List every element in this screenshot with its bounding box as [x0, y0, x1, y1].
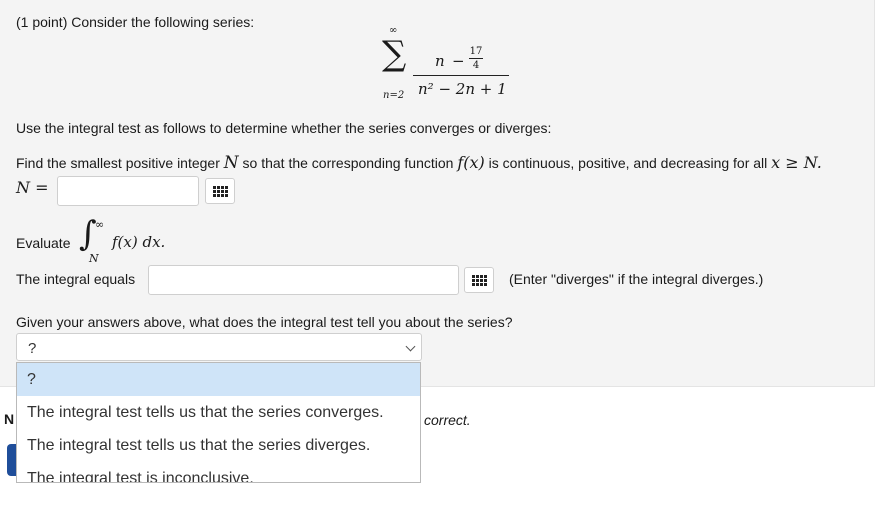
- condition: x ≥ N.: [771, 153, 822, 172]
- option-placeholder[interactable]: ?: [17, 363, 420, 396]
- sum-lower-limit: n=2: [383, 90, 405, 101]
- feedback-note-start: N: [4, 411, 15, 427]
- feedback-note-end: correct.: [424, 412, 471, 428]
- denominator: n² − 2n + 1: [418, 80, 507, 98]
- chevron-down-icon: [405, 341, 416, 352]
- problem-prompt: (1 point) Consider the following series:: [16, 14, 255, 30]
- n-equals-label: N =: [16, 178, 49, 197]
- numerator-fraction-bar: [469, 58, 483, 59]
- numerator-operator: −: [452, 52, 465, 70]
- function-fx: f(x): [457, 153, 485, 172]
- n-keyboard-button[interactable]: [205, 178, 235, 204]
- integral-keyboard-button[interactable]: [464, 267, 494, 293]
- sum-symbol: ∑: [382, 34, 407, 74]
- conclusion-select[interactable]: ?: [16, 333, 422, 361]
- instruction-text: Use the integral test as follows to dete…: [16, 120, 552, 136]
- numerator-variable: n: [435, 52, 445, 70]
- find-n-text: Find the smallest positive integer N so …: [16, 153, 822, 173]
- option-inconclusive[interactable]: The integral test is inconclusive.: [17, 462, 420, 482]
- conclusion-dropdown-list: ? The integral test tells us that the se…: [16, 362, 421, 483]
- integrand: f(x) dx.: [112, 233, 166, 251]
- option-diverges[interactable]: The integral test tells us that the seri…: [17, 429, 420, 462]
- numerator-fraction-bottom: 4: [472, 60, 480, 71]
- integral-lower-limit: N: [89, 252, 99, 265]
- var-n: N: [223, 153, 239, 173]
- numerator-fraction-top: 17: [469, 46, 483, 57]
- n-input[interactable]: [57, 176, 199, 206]
- keyboard-grid-icon: [212, 185, 228, 197]
- integral-hint: (Enter "diverges" if the integral diverg…: [509, 271, 764, 287]
- conclusion-question: Given your answers above, what does the …: [16, 314, 513, 330]
- integral-input[interactable]: [148, 265, 459, 295]
- keyboard-grid-icon: [471, 274, 487, 286]
- option-converges[interactable]: The integral test tells us that the seri…: [17, 396, 420, 429]
- integral-upper-limit: ∞: [95, 218, 105, 231]
- numerator-fraction: 17 4: [468, 46, 484, 71]
- evaluate-label: Evaluate: [16, 235, 71, 251]
- main-fraction-bar: [413, 75, 509, 76]
- integral-equals-label: The integral equals: [16, 271, 136, 287]
